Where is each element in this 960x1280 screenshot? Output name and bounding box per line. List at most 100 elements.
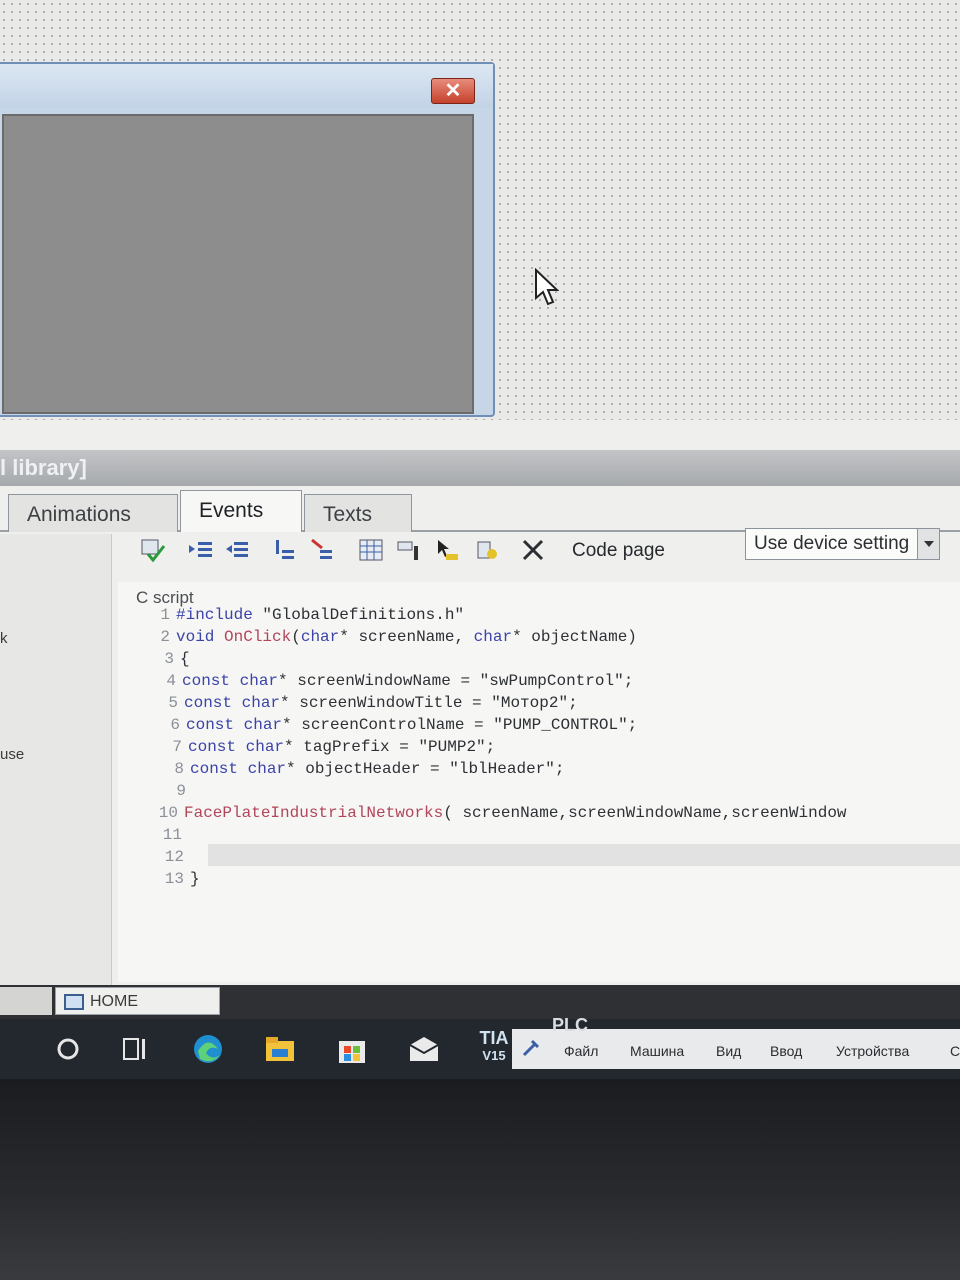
monitor-bezel: [0, 1079, 960, 1280]
menu-devices[interactable]: Устройства: [836, 1043, 909, 1059]
screen-tab-home-label: HOME: [90, 993, 138, 1010]
code-token: ;: [485, 738, 496, 756]
menu-view[interactable]: Вид: [716, 1043, 741, 1059]
code-token: #include: [176, 606, 263, 624]
code-token: "PUMP_CONTROL": [493, 716, 628, 734]
chevron-down-icon[interactable]: [917, 529, 939, 559]
code-token: "PUMP2": [418, 738, 486, 756]
code-token: const char: [182, 672, 279, 690]
bookmark-icon[interactable]: [474, 538, 500, 562]
designer-canvas[interactable]: ✕: [0, 0, 960, 420]
pointer-icon[interactable]: [434, 538, 460, 562]
code-token: const char: [188, 738, 285, 756]
code-token: OnClick: [224, 628, 292, 646]
task-view-icon[interactable]: [118, 1031, 154, 1067]
menu-input[interactable]: Ввод: [770, 1043, 802, 1059]
code-token: * screenName,: [339, 628, 474, 646]
file-explorer-icon[interactable]: [262, 1031, 298, 1067]
code-line[interactable]: 1 #include "GlobalDefinitions.h": [146, 606, 464, 628]
mail-icon[interactable]: [406, 1031, 442, 1067]
screen-tab-home[interactable]: HOME: [55, 987, 220, 1015]
code-token: * objectName): [512, 628, 637, 646]
line-number: 11: [162, 826, 182, 844]
code-line[interactable]: 7 const char* tagPrefix = "PUMP2";: [158, 738, 495, 760]
code-token: "swPumpControl": [479, 672, 624, 690]
code-line[interactable]: 6 const char* screenControlName = "PUMP_C…: [156, 716, 637, 738]
c-script-editor[interactable]: C script 1 #include "GlobalDefinitions.h"…: [118, 582, 960, 982]
tia-portal-taskbar-button[interactable]: TIA V15: [472, 1027, 516, 1071]
menu-more[interactable]: С: [950, 1043, 960, 1059]
code-token: * screenWindowTitle =: [280, 694, 492, 712]
screen-tab-bar: HOME: [0, 985, 960, 1019]
line-number: 2: [160, 628, 170, 646]
code-line[interactable]: 8 const char* objectHeader = "lblHeader";: [160, 760, 564, 782]
line-number: 12: [164, 848, 184, 866]
screen-window-object[interactable]: ✕: [0, 62, 495, 417]
code-line[interactable]: 5 const char* screenWindowTitle = "Мотор2…: [154, 694, 578, 716]
code-token: * tagPrefix =: [284, 738, 419, 756]
event-item-click[interactable]: k: [0, 630, 8, 647]
code-line[interactable]: 4 const char* screenWindowName = "swPumpC…: [152, 672, 633, 694]
edge-icon[interactable]: [190, 1031, 226, 1067]
code-token: ( screenName,screenWindowName,screenWind…: [443, 804, 847, 822]
tab-animations[interactable]: Animations: [8, 494, 178, 532]
code-line[interactable]: 13}: [160, 870, 200, 892]
mouse-cursor-icon: [535, 268, 559, 306]
code-token: ;: [554, 760, 565, 778]
comment-icon[interactable]: [272, 538, 298, 562]
tab-strip: Animations Events Texts: [0, 488, 960, 532]
plc-sim-window[interactable]: PLC Файл Машина Вид Ввод Устройства С: [512, 1015, 960, 1069]
code-line[interactable]: 12: [160, 848, 190, 870]
grid-icon[interactable]: [358, 538, 384, 562]
tia-version: V15: [482, 1048, 506, 1063]
tab-events[interactable]: Events: [180, 490, 302, 532]
code-line[interactable]: 11: [158, 826, 188, 848]
outdent-icon[interactable]: [224, 538, 250, 562]
line-number: 9: [176, 782, 186, 800]
code-token: char: [473, 628, 513, 646]
store-icon[interactable]: [334, 1031, 370, 1067]
code-token: const char: [184, 694, 281, 712]
indent-icon[interactable]: [188, 538, 214, 562]
tag-icon[interactable]: [396, 538, 422, 562]
code-line[interactable]: 10 FacePlateIndustrialNetworks( screenNam…: [154, 804, 847, 826]
script-toolbar: Code page Use device setting: [140, 528, 960, 574]
compile-icon[interactable]: [140, 538, 166, 562]
screen-tab-previous[interactable]: [0, 987, 52, 1015]
line-number: 7: [172, 738, 182, 756]
code-token: const char: [186, 716, 283, 734]
code-token: const char: [190, 760, 287, 778]
menu-file[interactable]: Файл: [564, 1043, 598, 1059]
line-number: 10: [158, 804, 178, 822]
screen-window-client: [2, 114, 474, 414]
uncomment-icon[interactable]: [310, 538, 336, 562]
code-page-select[interactable]: Use device setting: [745, 528, 940, 560]
plc-title: PLC: [552, 1015, 588, 1035]
close-icon[interactable]: ✕: [431, 78, 475, 104]
code-token: "Мотор2": [491, 694, 569, 712]
properties-panel: l library] Animations Events Texts k use: [0, 420, 960, 990]
screen-window-titlebar: [0, 64, 493, 108]
code-line[interactable]: 2 void OnClick(char* screenName, char* ob…: [146, 628, 637, 650]
line-number: 1: [160, 606, 170, 624]
code-line[interactable]: 9: [162, 782, 192, 804]
code-line[interactable]: 3{: [150, 650, 189, 672]
menu-machine[interactable]: Машина: [630, 1043, 684, 1059]
current-line-highlight: [208, 844, 960, 866]
code-token: FacePlateIndustrialNetworks: [184, 804, 444, 822]
event-item-mouse[interactable]: use: [0, 746, 24, 763]
line-number: 13: [164, 870, 184, 888]
code-page-label: Code page: [572, 540, 665, 561]
code-token: ;: [568, 694, 578, 712]
code-token: (: [291, 628, 301, 646]
delete-icon[interactable]: [520, 538, 546, 562]
panel-header: l library]: [0, 450, 960, 486]
screen-icon: [64, 994, 84, 1010]
code-token: ;: [623, 672, 634, 690]
editor-label: C script: [136, 588, 194, 607]
tab-texts[interactable]: Texts: [304, 494, 412, 532]
code-token: * objectHeader =: [286, 760, 450, 778]
search-icon[interactable]: [50, 1031, 86, 1067]
code-token: char: [300, 628, 340, 646]
code-page-value: Use device setting: [754, 533, 910, 554]
